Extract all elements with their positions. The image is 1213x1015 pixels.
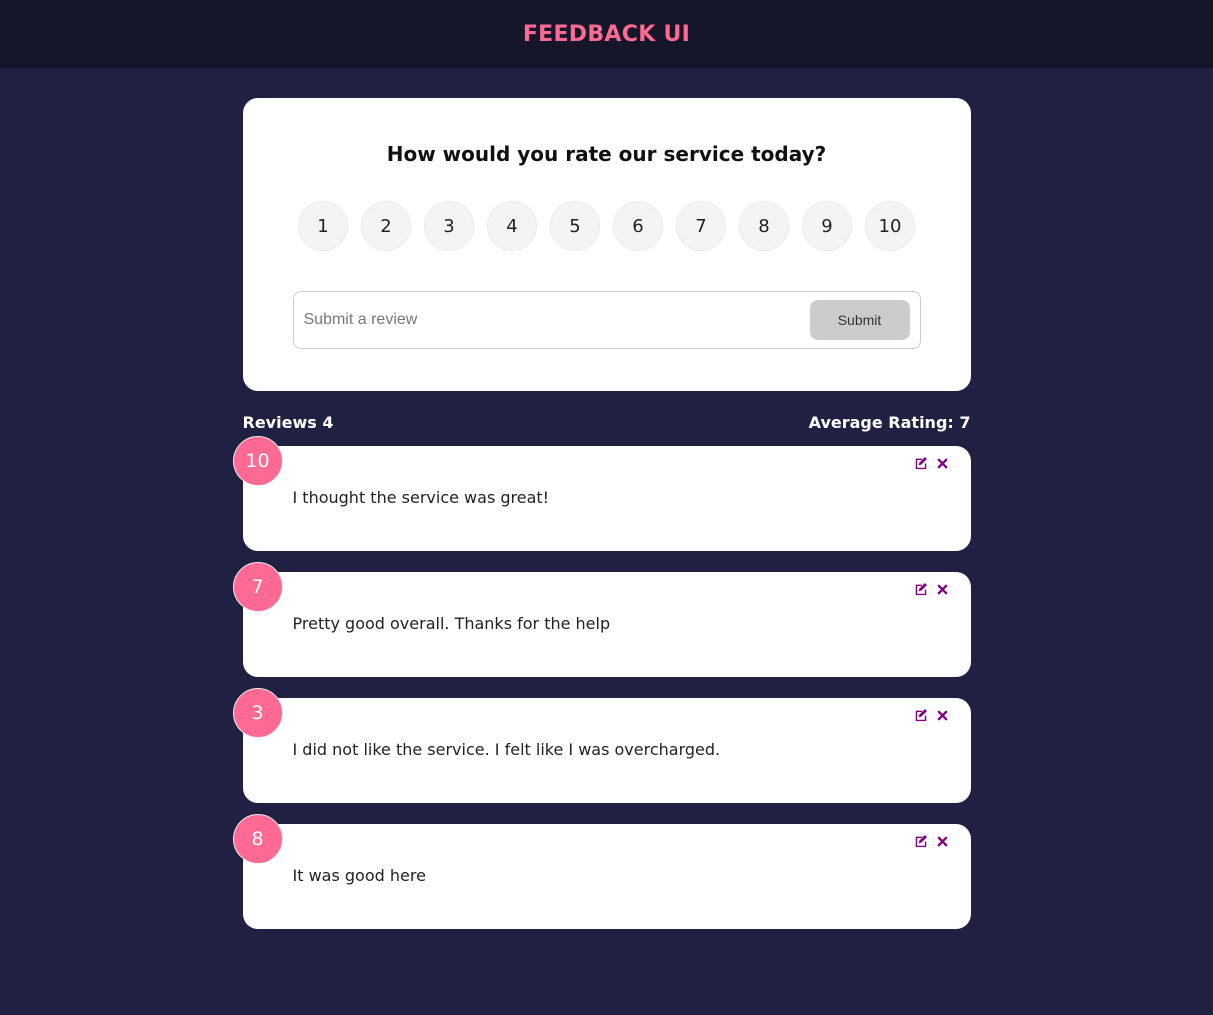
review-input[interactable]: [303, 311, 810, 329]
rating-question: How would you rate our service today?: [386, 142, 827, 166]
rating-option-8[interactable]: 8: [739, 201, 789, 251]
edit-icon[interactable]: [914, 582, 928, 596]
rating-badge: 10: [232, 436, 283, 486]
main-container: How would you rate our service today? 1 …: [232, 98, 971, 929]
rating-options: 1 2 3 4 5 6 7 8 9 10: [243, 201, 971, 251]
review-text: I did not like the service. I felt like …: [292, 740, 721, 759]
review-text: It was good here: [292, 866, 426, 885]
close-icon[interactable]: [936, 834, 950, 848]
edit-icon[interactable]: [914, 708, 928, 722]
rating-option-2[interactable]: 2: [361, 201, 411, 251]
review-card: 8 It was good here: [232, 814, 971, 929]
review-actions: [914, 582, 950, 596]
review-actions: [914, 834, 950, 848]
app-title: FEEDBACK UI: [522, 21, 691, 47]
review-actions: [914, 708, 950, 722]
close-icon[interactable]: [936, 456, 950, 470]
app-header: FEEDBACK UI: [0, 0, 1213, 68]
review-text: I thought the service was great!: [292, 488, 550, 507]
review-list: 10 I thought the service was great! 7 Pr…: [232, 436, 971, 929]
rating-badge: 7: [232, 562, 283, 612]
rating-option-7[interactable]: 7: [676, 201, 726, 251]
review-card: 7 Pretty good overall. Thanks for the he…: [232, 562, 971, 677]
reviews-count: Reviews 4: [242, 413, 334, 432]
rating-option-6[interactable]: 6: [613, 201, 663, 251]
close-icon[interactable]: [936, 582, 950, 596]
rating-option-10[interactable]: 10: [865, 201, 915, 251]
rating-option-9[interactable]: 9: [802, 201, 852, 251]
edit-icon[interactable]: [914, 834, 928, 848]
rating-badge: 3: [232, 688, 283, 738]
review-stats: Reviews 4 Average Rating: 7: [243, 413, 971, 432]
average-rating: Average Rating: 7: [808, 413, 971, 432]
review-input-group: Submit: [292, 291, 921, 349]
rating-option-4[interactable]: 4: [487, 201, 537, 251]
review-card: 10 I thought the service was great!: [232, 436, 971, 551]
rating-option-3[interactable]: 3: [424, 201, 474, 251]
review-actions: [914, 456, 950, 470]
rating-badge: 8: [232, 814, 283, 864]
review-text: Pretty good overall. Thanks for the help: [292, 614, 611, 633]
close-icon[interactable]: [936, 708, 950, 722]
submit-button[interactable]: Submit: [809, 300, 910, 340]
rating-card: How would you rate our service today? 1 …: [242, 98, 971, 391]
review-card: 3 I did not like the service. I felt lik…: [232, 688, 971, 803]
edit-icon[interactable]: [914, 456, 928, 470]
rating-option-5[interactable]: 5: [550, 201, 600, 251]
rating-option-1[interactable]: 1: [298, 201, 348, 251]
